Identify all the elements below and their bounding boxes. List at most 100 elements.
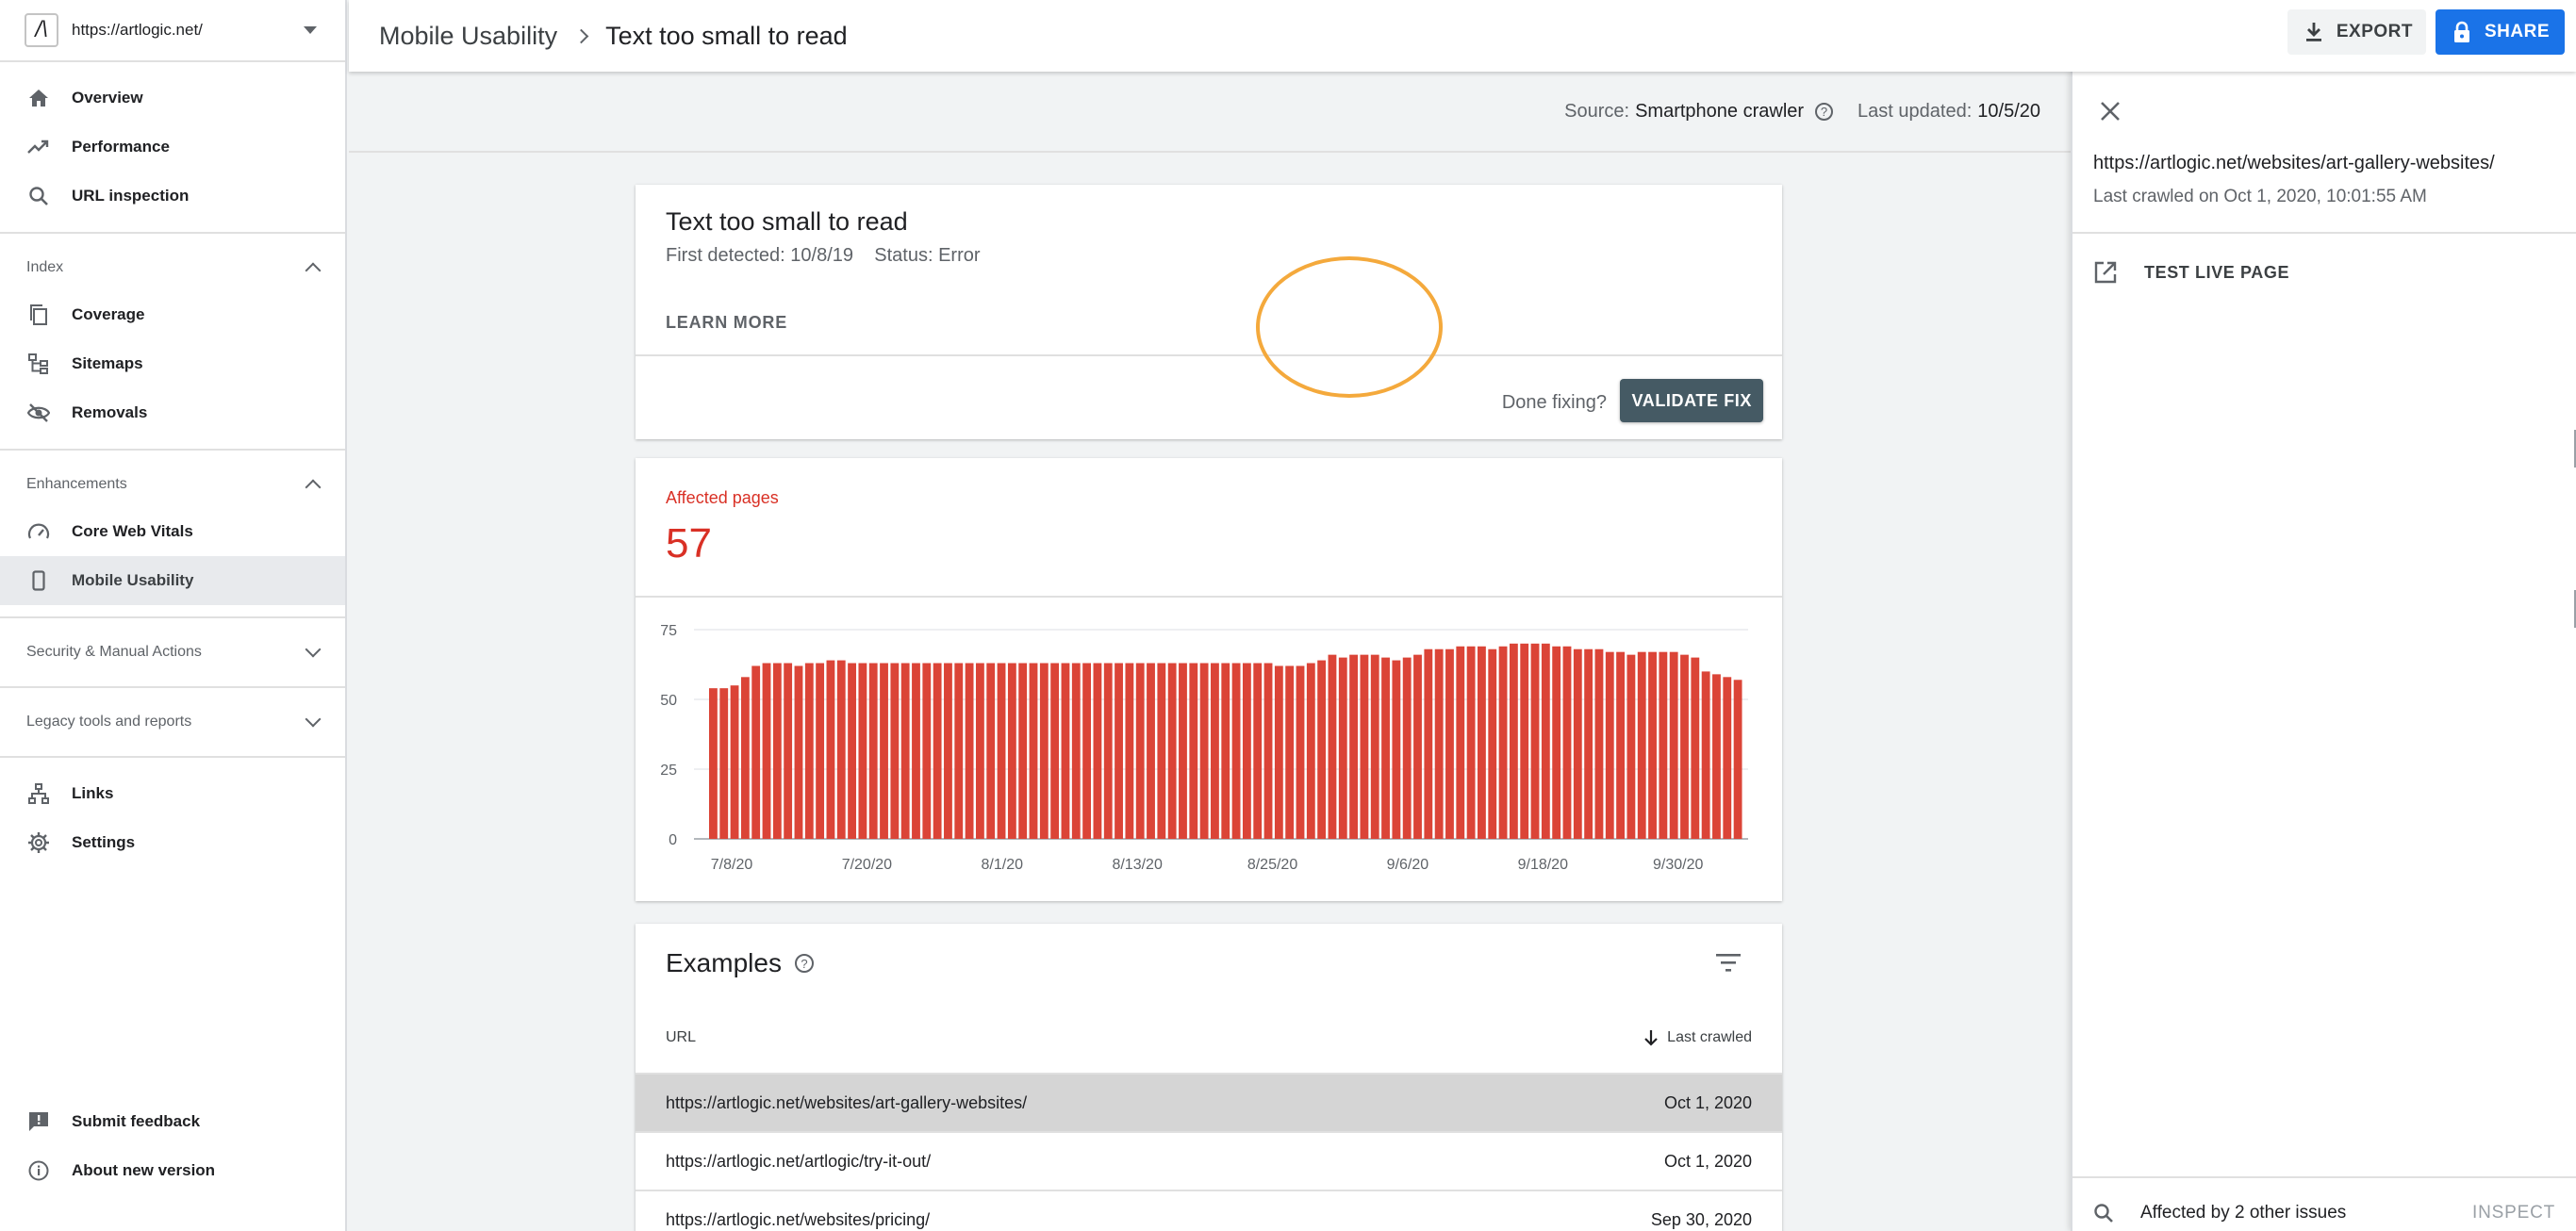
chart-bar <box>1541 643 1550 839</box>
export-button[interactable]: EXPORT <box>2287 9 2426 55</box>
close-icon[interactable] <box>2097 98 2123 124</box>
test-live-page-button[interactable]: TEST LIVE PAGE <box>2093 260 2289 285</box>
table-row[interactable]: https://artlogic.net/artlogic/try-it-out… <box>636 1131 1782 1190</box>
column-header-url[interactable]: URL <box>666 1029 696 1046</box>
chart-bar <box>1659 651 1668 839</box>
chart-bar <box>1392 660 1401 839</box>
learn-more-link[interactable]: LEARN MORE <box>666 313 787 333</box>
chart-bar <box>730 685 739 839</box>
examples-heading: Examples ? <box>666 948 814 978</box>
search-icon <box>2094 1204 2113 1223</box>
nav-item-coverage[interactable]: Coverage <box>0 290 345 339</box>
column-header-last-crawled[interactable]: Last crawled <box>1644 1029 1752 1046</box>
home-icon <box>26 86 51 110</box>
export-label: EXPORT <box>2336 22 2413 41</box>
chart-bar <box>1370 654 1379 839</box>
help-icon[interactable]: ? <box>1815 102 1834 121</box>
affected-pages-label: Affected pages <box>666 488 779 507</box>
chart-bar <box>772 663 782 839</box>
chart-bar <box>1082 663 1092 839</box>
chart-bar <box>784 663 793 839</box>
chart-bar <box>1723 677 1732 839</box>
chart-bar <box>1434 648 1444 839</box>
source-prefix: Source: <box>1564 100 1630 122</box>
chart-bar <box>1456 646 1465 839</box>
chart-bar <box>1061 663 1070 839</box>
chart-bar <box>1221 663 1230 839</box>
gear-icon <box>26 830 51 855</box>
chart-bar <box>1680 654 1689 839</box>
breadcrumb-parent[interactable]: Mobile Usability <box>379 22 557 51</box>
chevron-right-icon <box>573 28 589 43</box>
nav-label: Settings <box>72 833 136 851</box>
nav-item-core-web-vitals[interactable]: Core Web Vitals <box>0 507 345 556</box>
nav-item-overview[interactable]: Overview <box>0 74 345 123</box>
filter-icon[interactable] <box>1716 952 1741 973</box>
chart-bar <box>1296 665 1305 839</box>
validate-fix-button[interactable]: VALIDATE FIX <box>1620 379 1763 422</box>
section-index-toggle[interactable]: Index <box>0 245 345 290</box>
chart-bar <box>1488 648 1497 839</box>
nav-item-submit-feedback[interactable]: Submit feedback <box>0 1097 345 1146</box>
property-selector[interactable]: /\ https://artlogic.net/ <box>0 0 345 62</box>
x-tick-label: 8/13/20 <box>1112 857 1162 873</box>
section-heading: Enhancements <box>26 476 127 492</box>
nav-item-settings[interactable]: Settings <box>0 818 345 867</box>
section-heading: Index <box>26 259 64 275</box>
nav-label: Links <box>72 784 114 802</box>
chart-bar <box>1648 651 1657 839</box>
chart-bar <box>1669 651 1678 839</box>
detail-footer: Affected by 2 other issues INSPECT <box>2072 1176 2576 1231</box>
gauge-icon <box>26 519 51 544</box>
chart-bar <box>1018 663 1028 839</box>
chart-bar <box>751 665 761 839</box>
lock-icon <box>2453 21 2469 42</box>
chart-bar <box>1733 680 1742 839</box>
table-row[interactable]: https://artlogic.net/websites/pricing/ S… <box>636 1190 1782 1231</box>
table-row[interactable]: https://artlogic.net/websites/art-galler… <box>636 1073 1782 1131</box>
chart-bar <box>1712 674 1721 839</box>
nav-item-mobile-usability[interactable]: Mobile Usability <box>0 556 345 605</box>
links-icon <box>26 781 51 806</box>
download-icon <box>2305 23 2321 41</box>
nav-item-about[interactable]: About new version <box>0 1146 345 1195</box>
nav-item-performance[interactable]: Performance <box>0 123 345 172</box>
divider <box>636 354 1782 356</box>
arrow-down-icon <box>1644 1030 1658 1046</box>
chart-bar <box>1498 646 1508 839</box>
chart-bar <box>804 663 814 839</box>
chart-bar <box>1093 663 1102 839</box>
nav-item-url-inspection[interactable]: URL inspection <box>0 172 345 221</box>
section-security-toggle[interactable]: Security & Manual Actions <box>0 630 345 675</box>
chart-bar <box>1189 663 1198 839</box>
nav-misc: Links Settings <box>0 758 345 878</box>
chevron-down-icon <box>305 641 322 658</box>
chevron-up-icon <box>305 479 322 496</box>
nav-item-sitemaps[interactable]: Sitemaps <box>0 339 345 388</box>
chart-bar <box>1115 663 1123 839</box>
chart-bar <box>986 663 996 839</box>
section-enhancements-toggle[interactable]: Enhancements <box>0 462 345 507</box>
chart-bar <box>1573 648 1582 839</box>
nav-item-links[interactable]: Links <box>0 769 345 818</box>
chart-bar <box>1413 654 1422 839</box>
chart-bar <box>1691 657 1700 839</box>
share-button[interactable]: SHARE <box>2435 9 2565 55</box>
nav-item-removals[interactable]: Removals <box>0 388 345 437</box>
chart-bar <box>1562 646 1572 839</box>
chart-bar <box>719 688 729 839</box>
chart-bar <box>1552 646 1561 839</box>
inspect-button[interactable]: INSPECT <box>2472 1203 2555 1223</box>
chart-bar <box>1231 663 1241 839</box>
chart-svg: 0 25 50 75 7/8/20 7/20/20 8/1/20 8/13/20 8/25/20… <box>660 623 1748 873</box>
chart-bar <box>1211 663 1219 839</box>
chart-bar <box>944 663 952 839</box>
section-legacy-toggle[interactable]: Legacy tools and reports <box>0 699 345 745</box>
chart-bar <box>965 663 974 839</box>
highlight-annotation <box>1256 256 1443 398</box>
nav-label: Sitemaps <box>72 354 143 372</box>
column-label: Last crawled <box>1667 1029 1752 1045</box>
updated-prefix: Last updated: <box>1858 100 1973 122</box>
help-icon[interactable]: ? <box>794 954 814 973</box>
search-icon <box>26 184 51 208</box>
